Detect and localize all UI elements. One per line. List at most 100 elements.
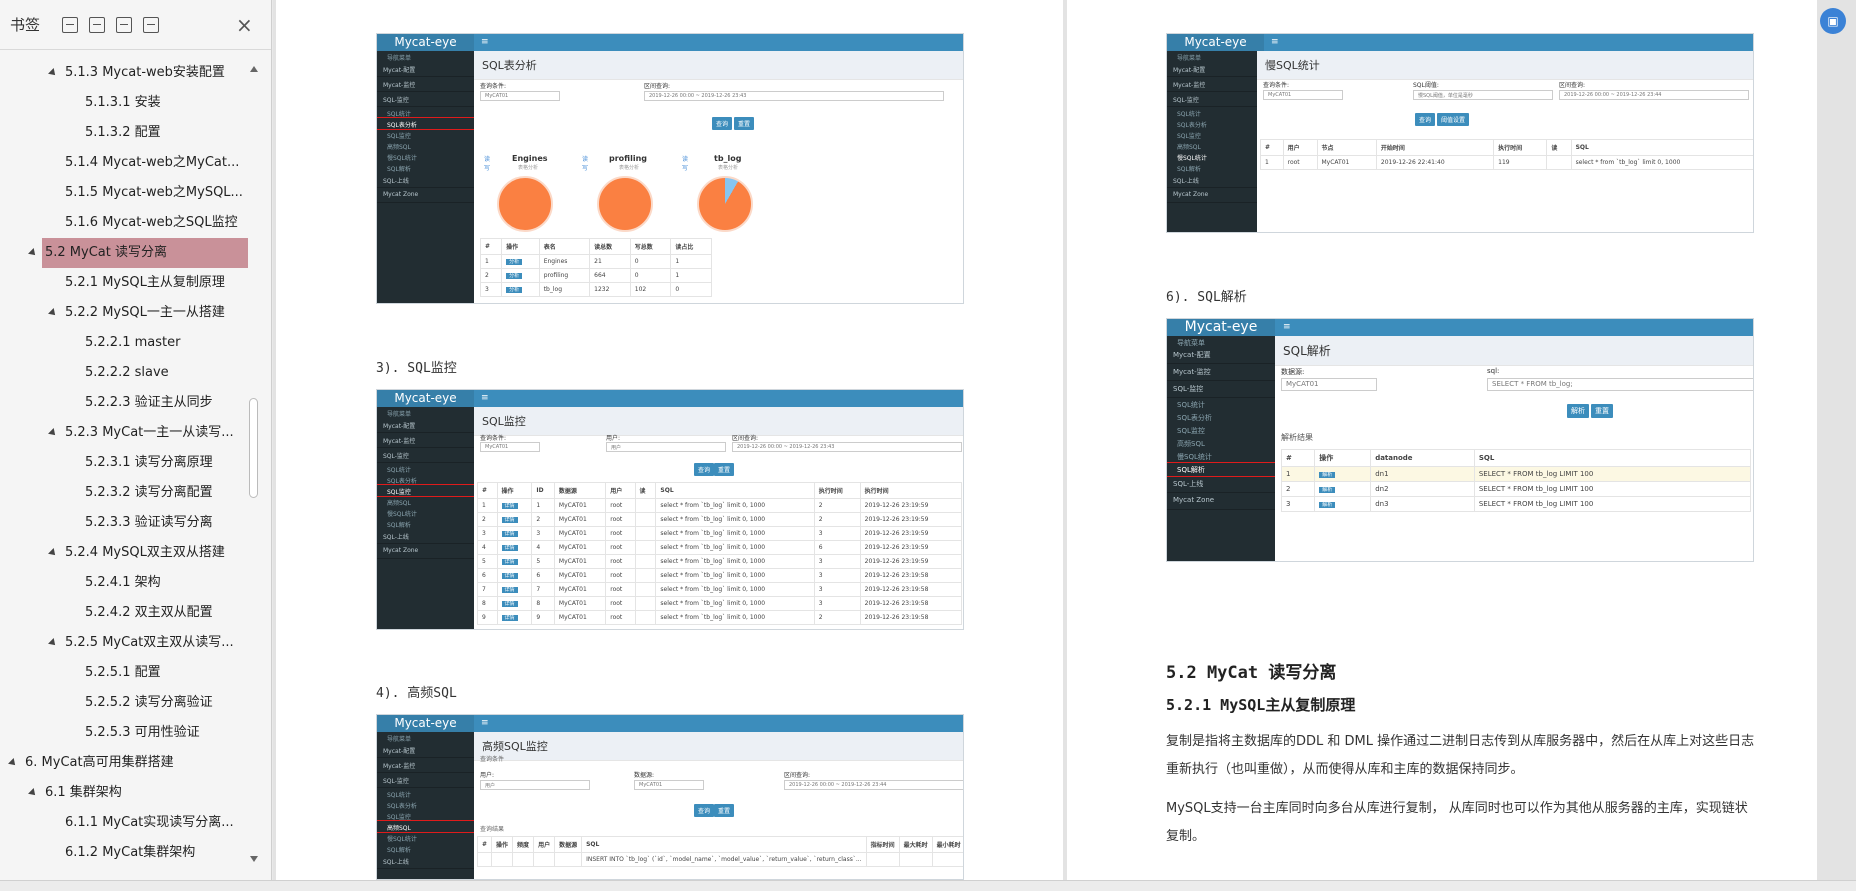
bookmark-item[interactable]: 5.2.4 MySQL双主双从搭建 [65,538,225,568]
table-cell: 1 [477,498,498,513]
table-header: 写总数 [629,238,672,255]
bookmark-item[interactable]: 5.2.4.2 双主双从配置 [85,598,213,628]
bookmark-item[interactable]: 5.2.1 MySQL主从复制原理 [65,268,225,298]
table-row: 2 分析 profiling 664 0 1 [479,268,712,283]
shot-label: 用户: [606,435,621,442]
bookmark-item[interactable]: 5.2.5 MyCat双主双从读写... [65,628,234,658]
bookmark-item[interactable]: 5.1.5 Mycat-web之MySQL... [65,178,243,208]
floating-tool-icon[interactable]: ▣ [1820,8,1846,34]
collapse-all-icon[interactable] [89,16,106,33]
bookmark-item[interactable]: 5.2 MyCat 读写分离 [42,238,248,268]
shot-legend: 读 [582,156,589,163]
bookmark-item[interactable]: 5.2.3 MyCat一主一从读写... [65,418,234,448]
expand-triangle-icon[interactable] [48,68,58,78]
paragraph-chain-replication: MySQL支持一台主库同时向多台从库进行复制， 从库同时也可以作为其他从服务器的… [1166,801,1748,844]
table-cell: 分析 [501,282,540,297]
table-cell: 8 [477,596,498,611]
status-bar [0,880,1856,891]
table-cell: select * from `tb_log` limit 0, 1000 [655,554,815,569]
shot-nav-item: SQL-上线 [377,529,474,544]
table-row: 3 解析 dn3 SELECT * FROM tb_log LIMIT 100 [1280,496,1752,512]
bookmark-item[interactable]: 6.1.1 MyCat实现读写分离... [65,808,234,838]
table-cell: 0 [629,254,672,269]
shot-logo: Mycat-eye [377,715,474,732]
table-cell: 6 [477,568,498,583]
close-icon[interactable]: × [236,15,253,35]
table-cell: 6 [531,568,555,583]
table-header: 执行时间 [813,482,861,499]
table-header: 用户 [1282,139,1318,156]
bookmark-item[interactable]: 5.2.3.2 读写分离配置 [85,478,213,508]
table-header: 操作 [501,238,540,255]
shot-logo: Mycat-eye [1167,34,1264,51]
shot-logo: Mycat-eye [377,390,474,407]
expand-triangle-icon[interactable] [28,788,38,798]
bookmark-item[interactable]: 5.1.4 Mycat-web之MyCat... [65,148,239,178]
table-header: 频度 [512,836,535,853]
table-cell: INSERT INTO `tb_log` (`id`, `model_name`… [581,852,867,867]
scroll-up-icon[interactable] [250,66,258,72]
table-cell: 3 [477,526,498,541]
bookmark-item[interactable]: 5.2.3.1 读写分离原理 [85,448,213,478]
shot-page-title: SQL表分析 [474,51,963,80]
table-header: 节点 [1316,139,1377,156]
pie-title: Engines [512,154,548,163]
scroll-thumb[interactable] [249,398,258,498]
bookmark-options-icon[interactable] [143,16,160,33]
table-cell [554,852,583,867]
bookmark-item[interactable]: 5.1.6 Mycat-web之SQL监控 [65,208,238,238]
bookmark-item[interactable]: 5.2.5.1 配置 [85,658,161,688]
bookmark-item[interactable]: 5.2.5.3 可用性验证 [85,718,200,748]
shot-query-button: 查询 [712,117,733,130]
bookmark-item[interactable]: 5.2.4.1 架构 [85,568,161,598]
row-action-button: 分析 [506,287,523,293]
table-cell: root [605,568,636,583]
shot-subnav-item: 高频SQL [1177,144,1201,151]
sidebar-scrollbar[interactable] [248,58,260,870]
bookmark-item[interactable]: 5.2.3.3 验证读写分离 [85,508,213,538]
shot-nav-item: Mycat-监控 [1167,364,1275,381]
shot-label: 区间查询: [644,83,671,90]
expand-triangle-icon[interactable] [48,308,58,318]
shot-label: sql: [1487,367,1500,375]
bookmark-item[interactable]: 6.1.2 MyCat集群架构 [65,838,195,868]
bookmark-item[interactable]: 6.1 集群架构 [45,778,122,808]
expand-triangle-icon[interactable] [28,248,38,258]
table-header: 操作 [496,482,533,499]
expand-triangle-icon[interactable] [48,428,58,438]
expand-all-icon[interactable] [62,16,79,33]
bookmark-item[interactable]: 5.2.2 MySQL一主一从搭建 [65,298,225,328]
table-header: 最小耗时 [931,836,963,853]
table-row: 6 详情 6 MyCAT01 root select * from `tb_log` li… [477,568,963,583]
table-header: 读总数 [589,238,631,255]
expand-triangle-icon[interactable] [8,758,18,768]
table-cell: 1232 [589,282,631,297]
table-header: # [479,238,503,255]
expand-triangle-icon[interactable] [48,638,58,648]
shot-nav-item: SQL-监控 [377,448,474,463]
table-cell: root [605,554,636,569]
bookmark-item[interactable]: 5.2.5.2 读写分离验证 [85,688,213,718]
bookmark-item[interactable]: 5.2.2.1 master [85,328,180,358]
bookmark-item[interactable]: 5.1.3.1 安装 [85,88,161,118]
bookmark-item[interactable]: 5.1.3 Mycat-web安装配置 [65,58,225,88]
table-cell: select * from `tb_log` limit 0, 1000 [655,596,815,611]
bookmark-panel: 书签 × 5.1.3 Mycat-web安装配置 5.1.3.1 安装 5.1.3.… [0,0,272,880]
shot-nav-item: Mycat-监控 [377,433,474,448]
table-cell: select * from `tb_log` limit 0, 1000 [655,512,815,527]
table-cell: 3 [813,526,861,541]
table-cell: MyCAT01 [553,498,607,513]
bookmark-item[interactable]: 5.2.2.3 验证主从同步 [85,388,213,418]
bookmark-item[interactable]: 6. MyCat高可用集群搭建 [25,748,174,778]
bookmark-item[interactable]: 5.2.2.2 slave [85,358,169,388]
pie-subtitle: 表格分析 [619,165,640,171]
add-bookmark-icon[interactable] [116,16,133,33]
shot-nav-item: SQL-监控 [377,92,474,107]
bookmark-item[interactable]: 5.1.3.2 配置 [85,118,161,148]
table-cell: dn1 [1370,466,1475,482]
table-cell: root [1282,155,1318,170]
table-cell: MyCAT01 [553,610,607,625]
expand-triangle-icon[interactable] [48,548,58,558]
scroll-down-icon[interactable] [250,856,258,862]
shot-subnav-item: 慢SQL统计 [387,511,417,518]
